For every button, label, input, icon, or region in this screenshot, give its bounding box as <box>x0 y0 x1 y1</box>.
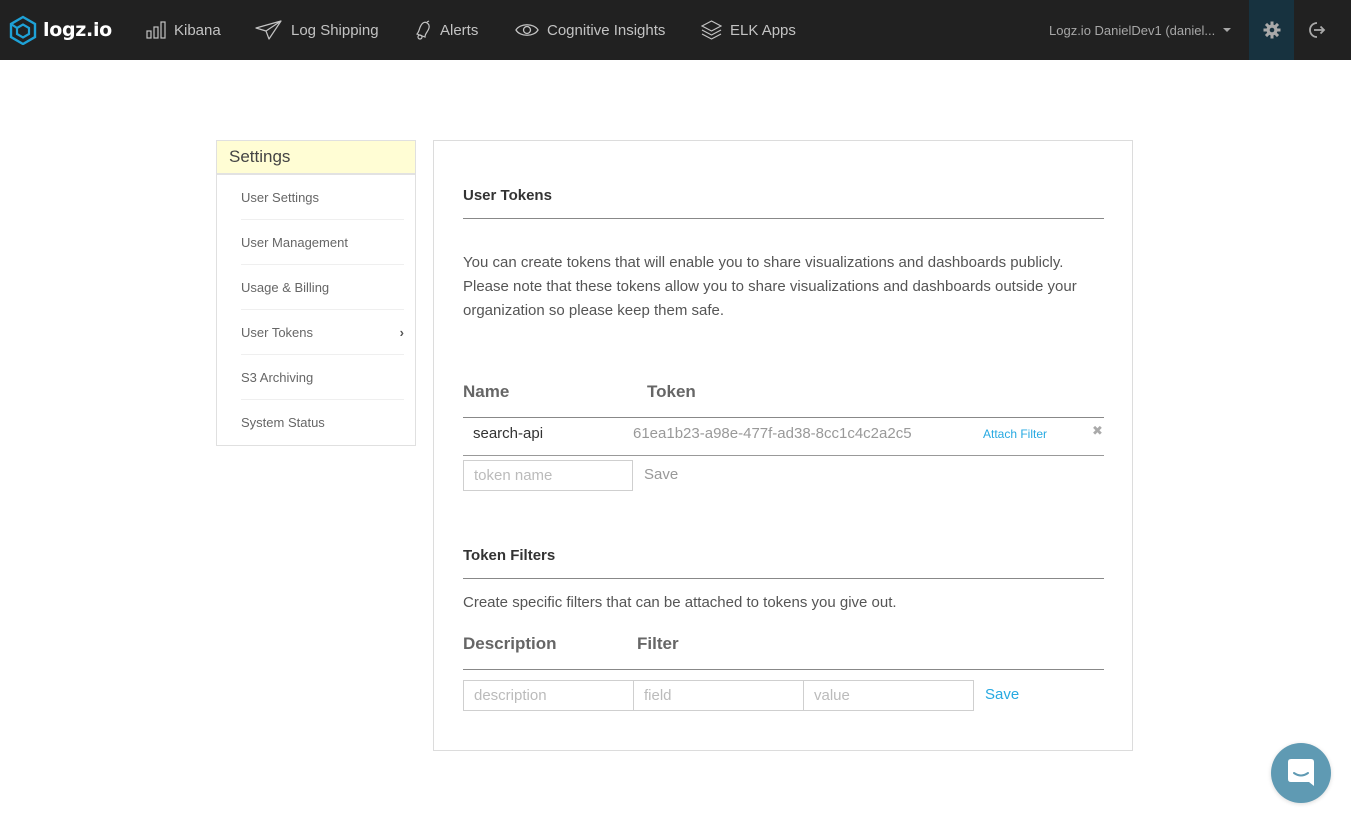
user-tokens-description: You can create tokens that will enable y… <box>463 254 1077 319</box>
nav-kibana-label: Kibana <box>174 21 221 39</box>
account-dropdown[interactable]: Logz.io DanielDev1 (daniel... <box>1049 0 1232 60</box>
token-name: search-api <box>473 425 544 442</box>
attach-filter-link[interactable]: Attach Filter <box>983 427 1047 441</box>
token-name-input[interactable] <box>463 460 633 491</box>
token-filters-title: Token Filters <box>463 547 1104 579</box>
sidebar-item-s3-archiving[interactable]: S3 Archiving <box>241 355 404 400</box>
logout-button[interactable] <box>1294 0 1339 60</box>
sidebar-item-label: System Status <box>241 415 325 430</box>
column-header-description: Description <box>463 634 557 653</box>
token-filters-description: Create specific filters that can be atta… <box>463 594 897 611</box>
logo[interactable]: logz.io <box>9 15 112 45</box>
layers-icon <box>701 20 722 40</box>
nav-cognitive-insights-label: Cognitive Insights <box>547 21 666 39</box>
gear-icon <box>1263 21 1280 39</box>
filter-value-input[interactable] <box>803 680 974 711</box>
token-value[interactable]: 61ea1b23-a98e-477f-ad38-8cc1c4c2a2c5 <box>633 425 912 442</box>
save-token-button[interactable]: Save <box>644 466 678 483</box>
nav-elk-apps-label: ELK Apps <box>730 21 796 39</box>
filter-field-input[interactable] <box>633 680 804 711</box>
top-navbar: logz.io Kibana Log Shipping Alerts Cogni… <box>0 0 1351 60</box>
sidebar-item-label: Usage & Billing <box>241 279 330 295</box>
brand-name: logz.io <box>43 19 112 41</box>
chevron-right-icon: › <box>399 324 404 340</box>
chat-bubble-icon <box>1288 759 1314 786</box>
sidebar-item-user-settings[interactable]: User Settings <box>241 175 404 220</box>
nav-alerts[interactable]: Alerts <box>413 0 478 60</box>
sidebar-item-system-status[interactable]: System Status <box>241 400 404 445</box>
remove-token-icon[interactable]: ✖ <box>1092 423 1103 439</box>
logo-cube-icon <box>9 15 37 45</box>
eye-icon <box>515 24 539 36</box>
nav-alerts-label: Alerts <box>440 21 479 39</box>
nav-elk-apps[interactable]: ELK Apps <box>701 0 796 60</box>
logout-icon <box>1308 22 1325 38</box>
column-header-filter: Filter <box>637 634 679 653</box>
divider <box>463 669 1104 670</box>
sidebar-item-label: User Settings <box>241 189 320 205</box>
sidebar-menu: User Settings User Management Usage & Bi… <box>217 175 415 445</box>
column-header-token: Token <box>647 382 696 401</box>
settings-button[interactable] <box>1249 0 1294 60</box>
sidebar-item-label: User Tokens <box>241 324 314 340</box>
bell-icon <box>415 20 430 40</box>
chat-launcher-button[interactable] <box>1271 743 1331 803</box>
sidebar-item-usage-billing[interactable]: Usage & Billing <box>241 265 404 310</box>
column-header-name: Name <box>463 382 510 401</box>
sidebar-title: Settings <box>217 141 415 175</box>
nav-log-shipping[interactable]: Log Shipping <box>255 0 379 60</box>
paper-plane-icon <box>255 20 282 40</box>
sidebar-item-label: S3 Archiving <box>241 369 314 385</box>
caret-down-icon <box>1223 28 1232 32</box>
divider <box>463 455 1104 456</box>
account-name: Logz.io DanielDev1 (daniel... <box>1049 22 1216 38</box>
save-filter-button[interactable]: Save <box>985 686 1019 703</box>
sidebar-item-user-management[interactable]: User Management <box>241 220 404 265</box>
nav-cognitive-insights[interactable]: Cognitive Insights <box>515 0 665 60</box>
nav-log-shipping-label: Log Shipping <box>291 21 379 39</box>
bar-chart-icon <box>146 21 166 39</box>
table-row: search-api 61ea1b23-a98e-477f-ad38-8cc1c… <box>463 417 1104 455</box>
sidebar-item-label: User Management <box>241 234 348 250</box>
settings-sidebar: Settings User Settings User Management U… <box>216 140 416 446</box>
sidebar-item-user-tokens[interactable]: User Tokens › <box>241 310 404 355</box>
main-panel: User Tokens You can create tokens that w… <box>433 140 1133 751</box>
filter-description-input[interactable] <box>463 680 634 711</box>
user-tokens-title: User Tokens <box>463 187 1104 219</box>
nav-kibana[interactable]: Kibana <box>146 0 221 60</box>
